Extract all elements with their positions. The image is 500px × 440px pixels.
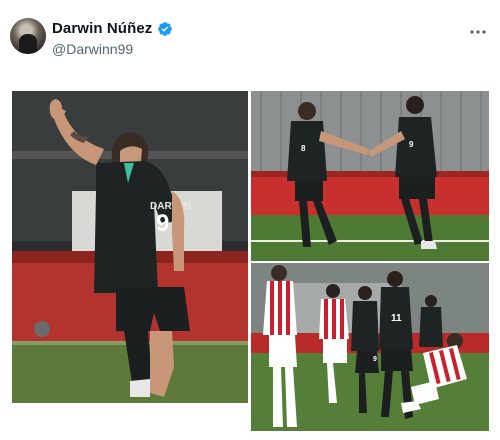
media-photo-1[interactable]: DARWIN 9	[12, 91, 248, 403]
shirt-number-8: 8	[301, 144, 306, 153]
shirt-number-text: 9	[156, 210, 169, 237]
tweet-header: Darwin Núñez @Darwinn99	[10, 16, 490, 66]
shirt-number-9a: 9	[409, 140, 414, 149]
author-avatar[interactable]	[10, 18, 46, 54]
author-display-name[interactable]: Darwin Núñez	[52, 20, 152, 37]
media-photo-3[interactable]: 11 9	[251, 263, 489, 431]
media-photo-2[interactable]: 8 9	[251, 91, 489, 261]
shirt-number-9b: 9	[373, 356, 377, 363]
verified-badge-icon	[157, 21, 173, 37]
author-handle[interactable]: @Darwinn99	[52, 41, 133, 57]
more-options-icon[interactable]	[468, 22, 488, 42]
shirt-number-11: 11	[391, 313, 402, 324]
author-name-row[interactable]: Darwin Núñez	[52, 20, 173, 37]
tweet-media-grid: DARWIN 9 8 9 11 9	[12, 91, 490, 434]
